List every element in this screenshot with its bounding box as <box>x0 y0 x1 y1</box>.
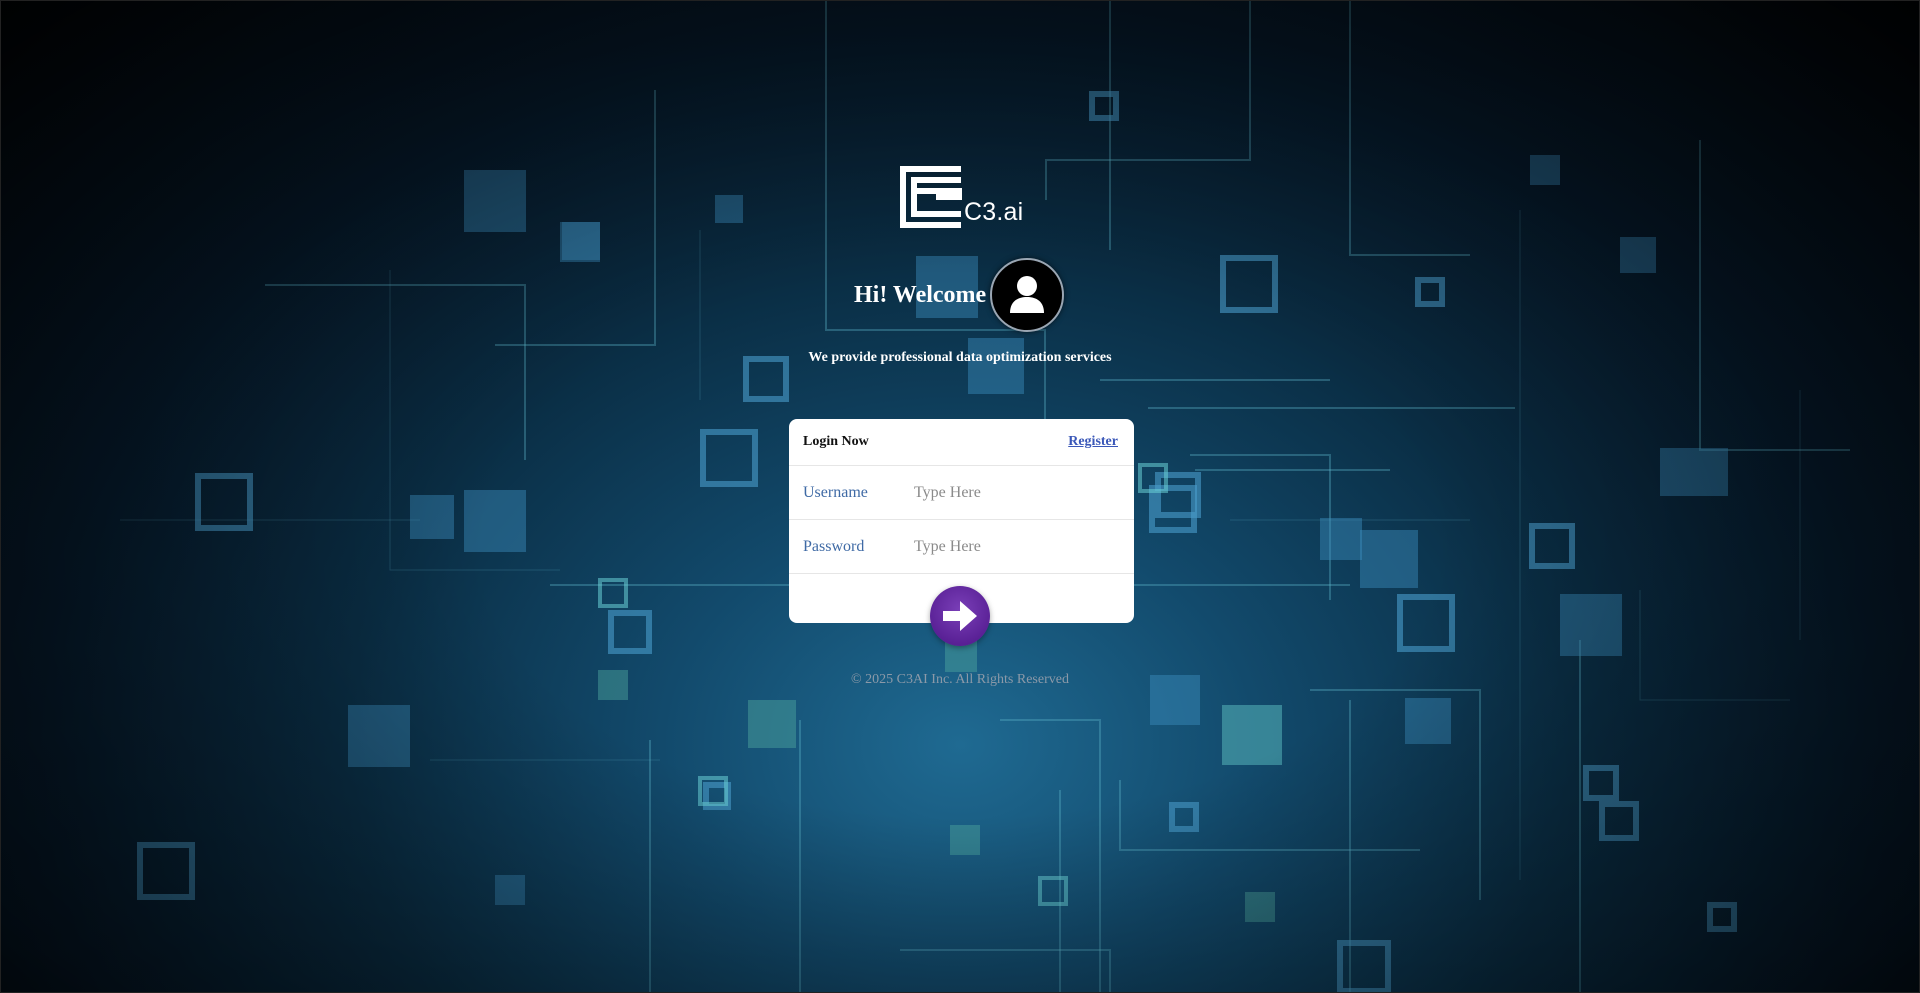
tagline: We provide professional data optimizatio… <box>808 350 1112 365</box>
username-input[interactable] <box>914 483 1114 502</box>
password-label: Password <box>803 537 865 555</box>
login-title: Login Now <box>803 434 869 449</box>
user-icon <box>1010 276 1045 313</box>
welcome-title: Hi! Welcome <box>854 281 987 308</box>
welcome-header: Hi! Welcome <box>854 258 1065 332</box>
login-card-header: Login Now Register <box>789 419 1134 466</box>
avatar <box>990 258 1065 332</box>
register-link[interactable]: Register <box>1068 434 1118 450</box>
arrow-right-icon <box>943 601 977 631</box>
password-row: Password <box>789 520 1134 574</box>
c3-logo-icon <box>900 166 962 228</box>
logo-text: C3.ai <box>964 198 1024 226</box>
password-input[interactable] <box>914 537 1114 556</box>
brand-logo: C3.ai <box>900 166 1024 230</box>
login-submit-button[interactable] <box>930 586 990 646</box>
username-row: Username <box>789 466 1134 520</box>
copyright: © 2025 C3AI Inc. All Rights Reserved <box>851 672 1069 687</box>
username-label: Username <box>803 483 868 501</box>
